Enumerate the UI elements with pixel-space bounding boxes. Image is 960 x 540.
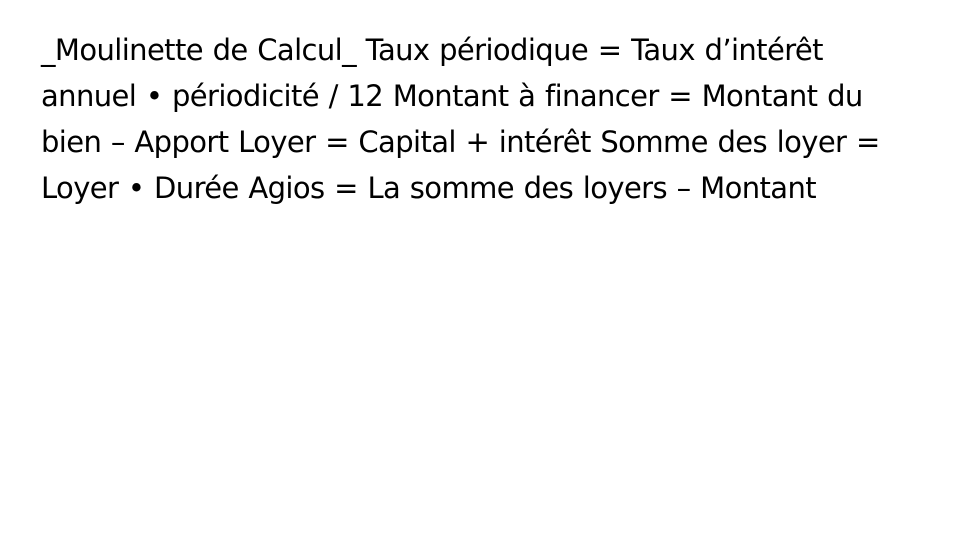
slide: _Moulinette de Calcul_ Taux périodique =…: [0, 0, 960, 540]
slide-body-text: _Moulinette de Calcul_ Taux périodique =…: [41, 33, 880, 205]
